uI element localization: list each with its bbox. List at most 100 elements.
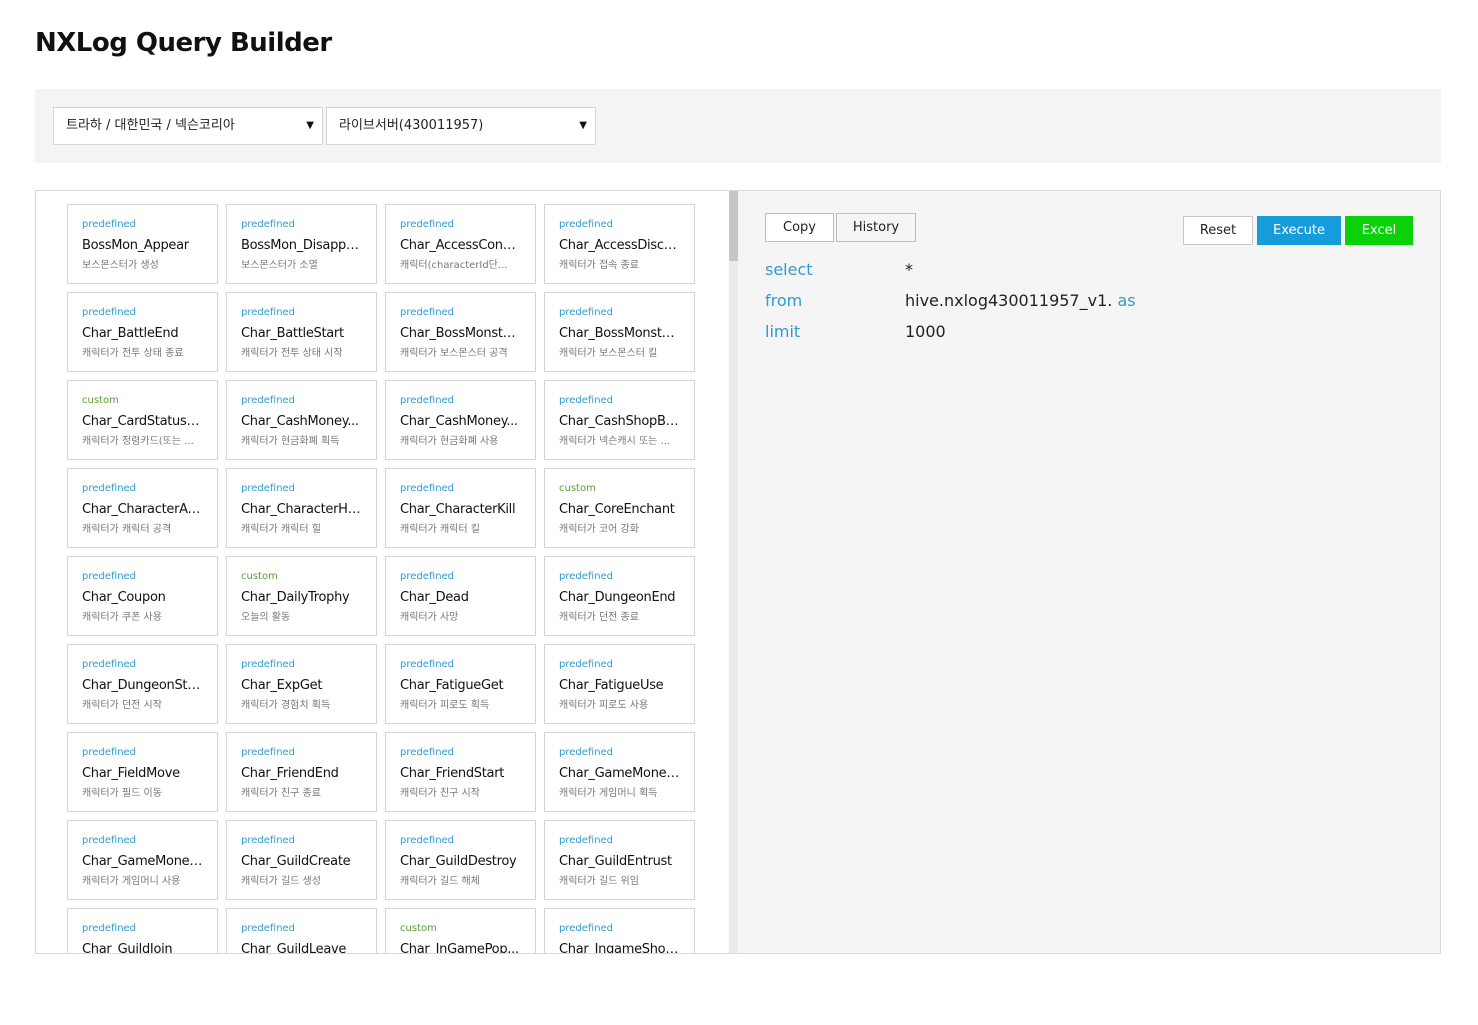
event-name: BossMon_Disappear xyxy=(241,238,362,253)
event-card[interactable]: custom Char_DailyTrophy 오늘의 활동 xyxy=(226,556,377,636)
event-card[interactable]: predefined BossMon_Disappear 보스몬스터가 소멸 xyxy=(226,204,377,284)
event-card[interactable]: predefined Char_GuildDestroy 캐릭터가 길드 해체 xyxy=(385,820,536,900)
reset-button[interactable]: Reset xyxy=(1183,216,1253,245)
event-description: 캐릭터가 현금화폐 획득 xyxy=(241,436,340,447)
event-card[interactable]: predefined Char_FieldMove 캐릭터가 필드 이동 xyxy=(67,732,218,812)
event-type-label: predefined xyxy=(559,307,614,318)
event-card[interactable]: predefined Char_FatigueGet 캐릭터가 피로도 획득 xyxy=(385,644,536,724)
event-card[interactable]: predefined Char_FatigueUse 캐릭터가 피로도 사용 xyxy=(544,644,695,724)
execute-button[interactable]: Execute xyxy=(1257,216,1341,245)
event-card[interactable]: predefined Char_GuildLeave xyxy=(226,908,377,953)
event-card[interactable]: predefined Char_DungeonStart 캐릭터가 던전 시작 xyxy=(67,644,218,724)
event-card[interactable]: predefined Char_IngameShop... xyxy=(544,908,695,953)
event-card[interactable]: predefined Char_DungeonEnd 캐릭터가 던전 종료 xyxy=(544,556,695,636)
event-card[interactable]: predefined Char_BattleStart 캐릭터가 전투 상태 시작 xyxy=(226,292,377,372)
event-name: Char_DungeonStart xyxy=(82,678,203,693)
event-name: Char_CashMoney... xyxy=(400,414,518,429)
event-card[interactable]: predefined Char_BattleEnd 캐릭터가 전투 상태 종료 xyxy=(67,292,218,372)
event-list-scrollbar[interactable] xyxy=(729,191,738,953)
event-name: Char_DungeonEnd xyxy=(559,590,676,605)
event-card[interactable]: custom Char_InGamePop... xyxy=(385,908,536,953)
query-from-value[interactable]: hive.nxlog430011957_v1. as xyxy=(905,290,1136,312)
event-card[interactable]: predefined Char_BossMonster... 캐릭터가 보스몬스터 … xyxy=(385,292,536,372)
event-card[interactable]: predefined Char_Dead 캐릭터가 사망 xyxy=(385,556,536,636)
event-name: Char_Dead xyxy=(400,590,469,605)
event-card[interactable]: predefined Char_CharacterAtt... 캐릭터가 캐릭터 공… xyxy=(67,468,218,548)
event-type-label: predefined xyxy=(400,219,455,230)
event-description: 캐릭터가 보스몬스터 공격 xyxy=(400,348,508,359)
game-region-select[interactable]: 트라하 / 대한민국 / 넥슨코리아 ▼ xyxy=(53,107,323,145)
event-description: 캐릭터가 넥슨캐시 또는 ... xyxy=(559,436,671,447)
event-description: 캐릭터가 쿠폰 사용 xyxy=(82,612,162,623)
query-keyword-as[interactable]: as xyxy=(1117,291,1135,310)
query-select-value[interactable]: * xyxy=(905,259,913,281)
chevron-down-icon: ▼ xyxy=(306,120,314,131)
event-card[interactable]: predefined Char_GuildJoin xyxy=(67,908,218,953)
event-name: Char_ExpGet xyxy=(241,678,323,693)
event-card[interactable]: predefined Char_CharacterHeal 캐릭터가 캐릭터 힐 xyxy=(226,468,377,548)
event-type-label: predefined xyxy=(82,307,137,318)
event-card[interactable]: predefined Char_GuildCreate 캐릭터가 길드 생성 xyxy=(226,820,377,900)
event-card[interactable]: predefined Char_GameMoney... 캐릭터가 게임머니 사용 xyxy=(67,820,218,900)
event-card[interactable]: predefined Char_ExpGet 캐릭터가 경험치 획득 xyxy=(226,644,377,724)
event-card[interactable]: predefined Char_CharacterKill 캐릭터가 캐릭터 킬 xyxy=(385,468,536,548)
query-limit-value[interactable]: 1000 xyxy=(905,321,946,343)
history-button[interactable]: History xyxy=(836,213,916,242)
event-name: Char_GuildEntrust xyxy=(559,854,672,869)
event-card[interactable]: predefined Char_FriendStart 캐릭터가 친구 시작 xyxy=(385,732,536,812)
event-card[interactable]: custom Char_CoreEnchant 캐릭터가 코어 강화 xyxy=(544,468,695,548)
event-type-label: predefined xyxy=(241,659,296,670)
event-description: 캐릭터가 필드 이동 xyxy=(82,788,162,799)
query-pane: Copy History Reset Execute Excel select … xyxy=(738,191,1440,953)
event-type-label: predefined xyxy=(241,307,296,318)
event-description: 캐릭터가 접속 종료 xyxy=(559,260,639,271)
query-from-table[interactable]: hive.nxlog430011957_v1. xyxy=(905,291,1112,310)
event-type-label: predefined xyxy=(82,835,137,846)
query-keyword-limit[interactable]: limit xyxy=(765,321,800,343)
event-card[interactable]: predefined BossMon_Appear 보스몬스터가 생성 xyxy=(67,204,218,284)
event-list-pane: predefined BossMon_Appear 보스몬스터가 생성 predefi… xyxy=(36,191,729,953)
event-description: 캐릭터가 던전 종료 xyxy=(559,612,639,623)
event-type-label: predefined xyxy=(82,483,137,494)
event-list-scrollbar-thumb[interactable] xyxy=(729,191,738,261)
event-description: 캐릭터가 현금화폐 사용 xyxy=(400,436,499,447)
event-card[interactable]: predefined Char_AccessDisco... 캐릭터가 접속 종료 xyxy=(544,204,695,284)
event-description: 캐릭터가 던전 시작 xyxy=(82,700,162,711)
event-description: 캐릭터가 코어 강화 xyxy=(559,524,639,535)
event-name: Char_FriendEnd xyxy=(241,766,339,781)
event-name: Char_GuildJoin xyxy=(82,942,173,953)
event-card[interactable]: predefined Char_CashMoney... 캐릭터가 현금화폐 사용 xyxy=(385,380,536,460)
event-name: Char_AccessConn... xyxy=(400,238,521,253)
event-description: 캐릭터가 사망 xyxy=(400,612,459,623)
event-card[interactable]: predefined Char_FriendEnd 캐릭터가 친구 종료 xyxy=(226,732,377,812)
page-title: NXLog Query Builder xyxy=(35,28,332,58)
event-card[interactable]: predefined Char_GuildEntrust 캐릭터가 길드 위임 xyxy=(544,820,695,900)
server-select[interactable]: 라이브서버(430011957) ▼ xyxy=(326,107,596,145)
event-card[interactable]: predefined Char_BossMonster... 캐릭터가 보스몬스터 … xyxy=(544,292,695,372)
event-description: 캐릭터가 정령카드(또는 ... xyxy=(82,436,194,447)
copy-button[interactable]: Copy xyxy=(765,213,834,242)
event-description: 캐릭터가 피로도 사용 xyxy=(559,700,649,711)
event-type-label: predefined xyxy=(82,923,137,934)
event-name: Char_CharacterKill xyxy=(400,502,516,517)
event-type-label: predefined xyxy=(241,483,296,494)
server-select-value: 라이브서버(430011957) xyxy=(339,118,484,133)
event-name: Char_DailyTrophy xyxy=(241,590,350,605)
event-card[interactable]: predefined Char_AccessConn... 캐릭터(characte… xyxy=(385,204,536,284)
query-keyword-from[interactable]: from xyxy=(765,290,802,312)
event-card[interactable]: predefined Char_GameMoney... 캐릭터가 게임머니 획득 xyxy=(544,732,695,812)
event-type-label: predefined xyxy=(241,835,296,846)
event-card[interactable]: predefined Char_CashShopBuy 캐릭터가 넥슨캐시 또는 .… xyxy=(544,380,695,460)
event-description: 캐릭터가 피로도 획득 xyxy=(400,700,490,711)
event-description: 캐릭터가 길드 생성 xyxy=(241,876,321,887)
event-type-label: predefined xyxy=(241,219,296,230)
event-description: 캐릭터가 경험치 획득 xyxy=(241,700,331,711)
event-card[interactable]: custom Char_CardStatusC... 캐릭터가 정령카드(또는 ..… xyxy=(67,380,218,460)
query-keyword-select[interactable]: select xyxy=(765,259,813,281)
excel-button[interactable]: Excel xyxy=(1345,216,1413,245)
event-name: Char_GameMoney... xyxy=(82,854,203,869)
event-card[interactable]: predefined Char_Coupon 캐릭터가 쿠폰 사용 xyxy=(67,556,218,636)
event-card[interactable]: predefined Char_CashMoney... 캐릭터가 현금화폐 획득 xyxy=(226,380,377,460)
event-description: 보스몬스터가 생성 xyxy=(82,260,159,271)
event-name: Char_GuildDestroy xyxy=(400,854,517,869)
